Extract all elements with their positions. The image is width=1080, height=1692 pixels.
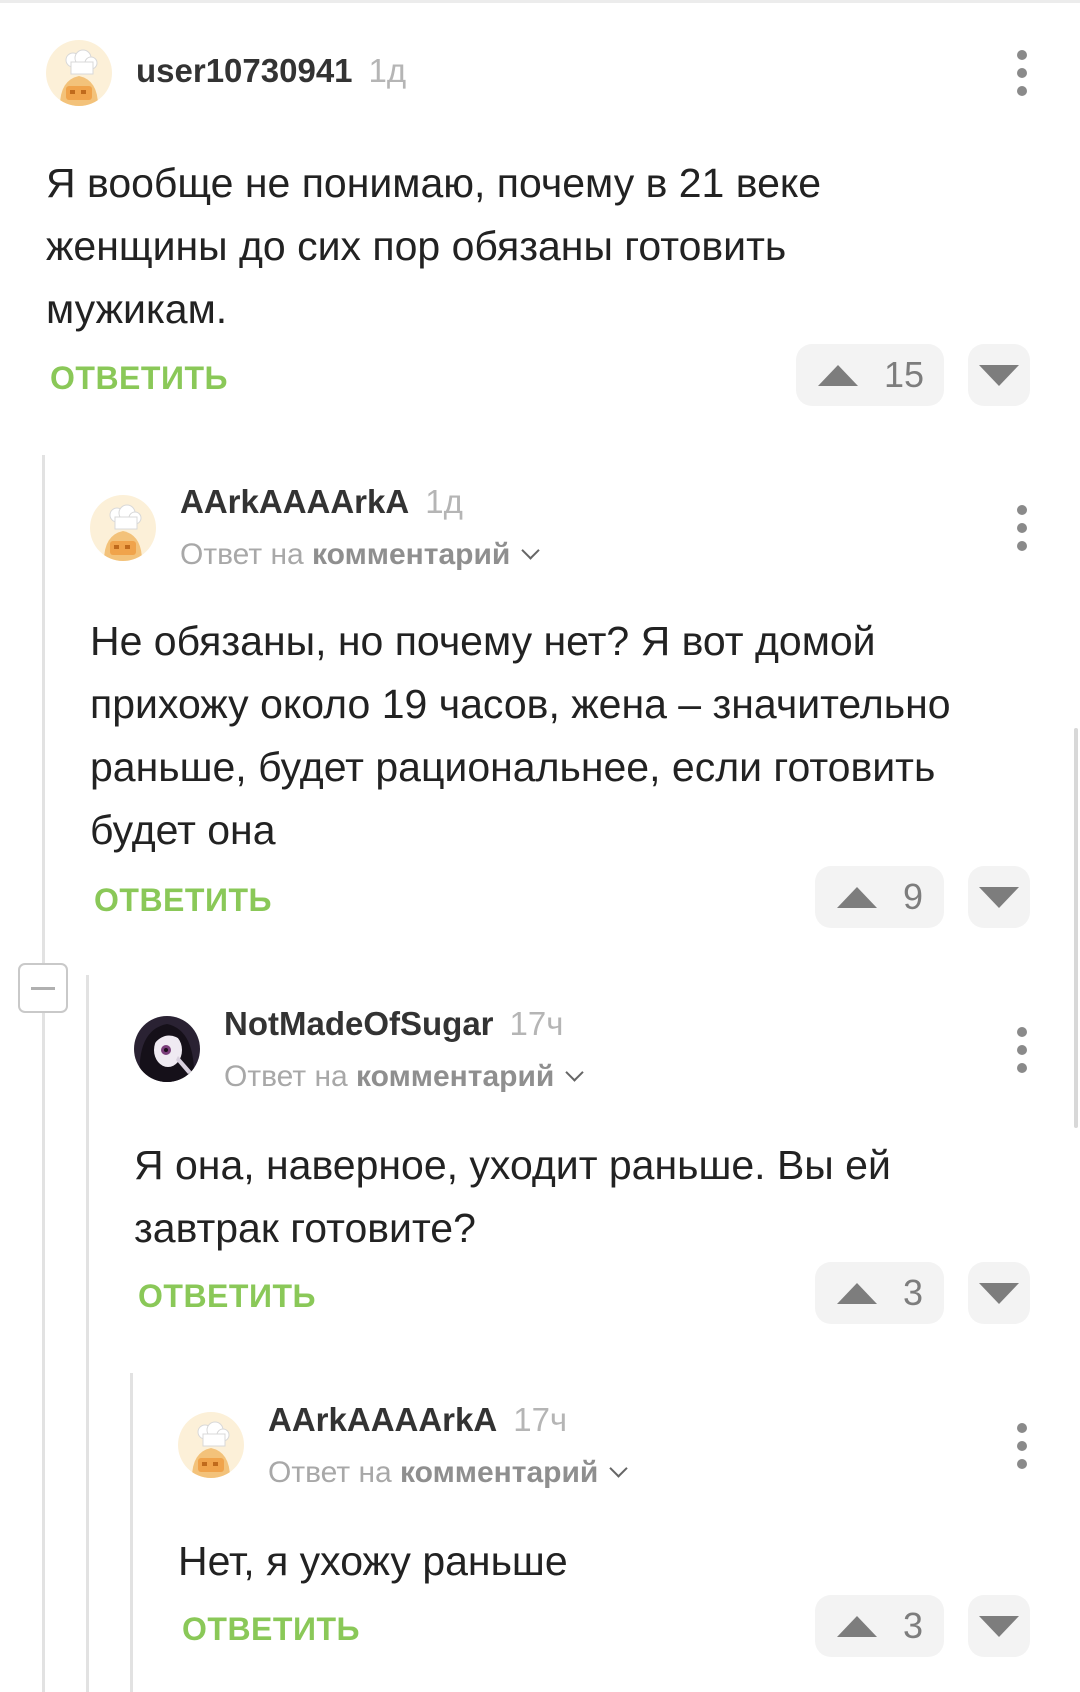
thread-line-level-2 [86, 975, 89, 1692]
reply-button[interactable]: ОТВЕТИТЬ [182, 1611, 360, 1648]
thread-line-level-1 [42, 455, 45, 1692]
collapse-thread-button[interactable] [18, 963, 68, 1013]
thread-line-level-3 [130, 1373, 133, 1692]
upvote-arrow-icon [837, 1616, 877, 1637]
author-name[interactable]: AArkAAAArkA [268, 1401, 497, 1438]
scrollbar[interactable] [1074, 728, 1078, 1128]
comment-header: AArkAAAArkA 17ч [268, 1401, 567, 1439]
more-options-icon[interactable] [1015, 1423, 1029, 1469]
vote-count: 3 [903, 1605, 924, 1646]
reply-to-prefix: Ответ на [268, 1456, 392, 1489]
comment: AArkAAAArkA 17ч Ответ на комментарий Нет,… [178, 0, 1046, 1692]
reply-to-comment-link[interactable]: комментарий [400, 1456, 598, 1489]
comment-time: 17ч [513, 1401, 568, 1438]
downvote-arrow-icon [979, 1616, 1019, 1637]
reply-to-link[interactable]: Ответ на комментарий [268, 1456, 629, 1490]
downvote-button[interactable] [968, 1595, 1030, 1657]
comment-text: Нет, я ухожу раньше [178, 1538, 568, 1584]
chef-avatar-icon[interactable] [178, 1412, 244, 1478]
upvote-button[interactable]: 3 [815, 1595, 944, 1657]
chevron-down-icon [609, 1459, 629, 1478]
